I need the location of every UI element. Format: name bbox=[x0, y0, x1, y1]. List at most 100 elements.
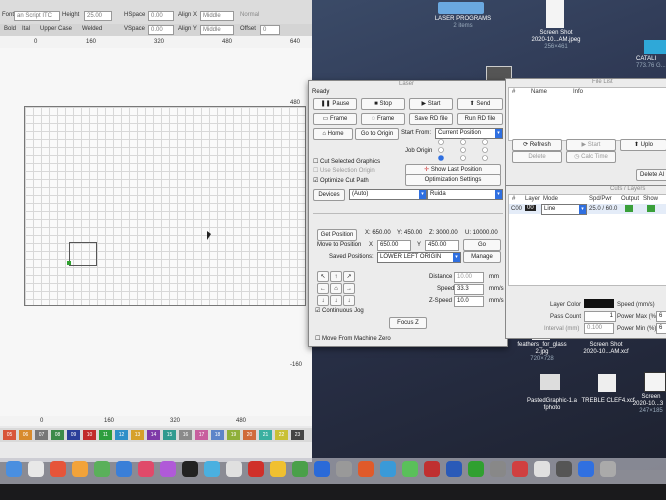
dock-app-icon[interactable] bbox=[292, 461, 308, 477]
refresh-button[interactable]: ⟳ Refresh bbox=[512, 139, 562, 151]
dock-app-icon[interactable] bbox=[182, 461, 198, 477]
calc-time-button[interactable]: ◷ Calc Time bbox=[566, 151, 616, 163]
optimize-cut-checkbox[interactable]: ☑ Optimize Cut Path bbox=[313, 177, 369, 184]
go-to-origin-button[interactable]: Go to Origin bbox=[355, 128, 399, 140]
dock-app-icon[interactable] bbox=[314, 461, 330, 477]
device-name-select[interactable]: Ruida ▾ bbox=[427, 189, 503, 200]
palette-swatch[interactable]: 07 bbox=[35, 430, 48, 440]
hspace-input[interactable]: 0.00 bbox=[148, 11, 174, 21]
zspeed-input[interactable]: 10.0 bbox=[454, 296, 484, 307]
palette-swatch[interactable]: 09 bbox=[67, 430, 80, 440]
show-toggle-icon[interactable] bbox=[647, 205, 655, 212]
saved-positions-select[interactable]: LOWER LEFT ORIGIN ▾ bbox=[377, 252, 461, 263]
focus-z-button[interactable]: Focus Z bbox=[389, 317, 427, 329]
jog-home-icon[interactable]: ⌂ bbox=[330, 283, 342, 294]
palette-swatch[interactable]: 22 bbox=[275, 430, 288, 440]
palette-swatch[interactable]: 20 bbox=[243, 430, 256, 440]
dock-app-icon[interactable] bbox=[600, 461, 616, 477]
use-selection-origin-checkbox[interactable]: ☐ Use Selection Origin bbox=[313, 167, 375, 174]
x-input[interactable]: 650.00 bbox=[377, 240, 411, 251]
folder-icon[interactable] bbox=[438, 2, 484, 14]
start-from-select[interactable]: Current Position ▾ bbox=[435, 128, 503, 139]
dock-app-icon[interactable] bbox=[160, 461, 176, 477]
jog-down-icon[interactable]: ↓ bbox=[330, 295, 342, 306]
dock-app-icon[interactable] bbox=[226, 461, 242, 477]
drive-icon[interactable] bbox=[644, 40, 666, 54]
dock-app-icon[interactable] bbox=[138, 461, 154, 477]
palette-swatch[interactable]: 06 bbox=[19, 430, 32, 440]
palette-swatch[interactable]: 05 bbox=[3, 430, 16, 440]
save-rd-button[interactable]: Save RD file bbox=[409, 113, 453, 125]
dock-app-icon[interactable] bbox=[94, 461, 110, 477]
palette-swatch[interactable]: 19 bbox=[227, 430, 240, 440]
speed-input[interactable]: 33.3 bbox=[454, 284, 484, 295]
palette-swatch[interactable]: 21 bbox=[259, 430, 272, 440]
frame-button[interactable]: ▭ Frame bbox=[313, 113, 357, 125]
dock-app-icon[interactable] bbox=[534, 461, 550, 477]
screenshot-thumbnail-icon[interactable] bbox=[546, 0, 564, 28]
vspace-input[interactable]: 0.00 bbox=[148, 25, 174, 35]
bold-checkbox[interactable]: Bold bbox=[4, 26, 16, 32]
palette-swatch[interactable]: 14 bbox=[147, 430, 160, 440]
start-button[interactable]: ▶ Start bbox=[409, 98, 453, 110]
palette-swatch[interactable]: 12 bbox=[115, 430, 128, 440]
send-button[interactable]: ⬆ Send bbox=[457, 98, 503, 110]
devices-button[interactable]: Devices bbox=[313, 189, 345, 201]
file-start-button[interactable]: ▶ Start bbox=[566, 139, 616, 151]
font-select[interactable]: an Script ITC bbox=[14, 11, 60, 21]
devices-select[interactable]: (Auto) ▾ bbox=[349, 189, 427, 200]
jog-right-icon[interactable]: → bbox=[343, 283, 355, 294]
jog-down-right-icon[interactable]: ↓ bbox=[343, 295, 355, 306]
dock-app-icon[interactable] bbox=[204, 461, 220, 477]
palette-swatch[interactable]: 17 bbox=[195, 430, 208, 440]
move-from-zero-checkbox[interactable]: ☐ Move From Machine Zero bbox=[315, 335, 391, 342]
cut-selected-checkbox[interactable]: ☐ Cut Selected Graphics bbox=[313, 158, 380, 165]
dock-app-icon[interactable] bbox=[116, 461, 132, 477]
palette-swatch[interactable]: 10 bbox=[83, 430, 96, 440]
palette-swatch[interactable]: 15 bbox=[163, 430, 176, 440]
mode-select[interactable]: Line ▾ bbox=[541, 204, 587, 215]
rectangle-shape[interactable] bbox=[69, 242, 97, 266]
dock-app-icon[interactable] bbox=[336, 461, 352, 477]
dock-app-icon[interactable] bbox=[6, 461, 22, 477]
dock-app-icon[interactable] bbox=[446, 461, 462, 477]
dock-app-icon[interactable] bbox=[468, 461, 484, 477]
aligny-select[interactable]: Middle bbox=[200, 25, 234, 35]
jog-up-right-icon[interactable]: ↗ bbox=[343, 271, 355, 282]
output-toggle-icon[interactable] bbox=[625, 205, 633, 212]
palette-swatch[interactable]: 16 bbox=[179, 430, 192, 440]
uppercase-checkbox[interactable]: Upper Case bbox=[40, 26, 72, 32]
get-position-button[interactable]: Get Position bbox=[317, 229, 357, 241]
dock-app-icon[interactable] bbox=[402, 461, 418, 477]
alignx-select[interactable]: Middle bbox=[200, 11, 234, 21]
dock-app-icon[interactable] bbox=[270, 461, 286, 477]
welded-checkbox[interactable]: Welded bbox=[82, 26, 102, 32]
delete-all-button[interactable]: Delete Al bbox=[636, 169, 666, 181]
frame-circle-button[interactable]: ◌ Frame bbox=[361, 113, 405, 125]
manage-button[interactable]: Manage bbox=[463, 251, 501, 263]
dock-app-icon[interactable] bbox=[380, 461, 396, 477]
dock-app-icon[interactable] bbox=[490, 461, 506, 477]
continuous-jog-checkbox[interactable]: ☑ Continuous Jog bbox=[315, 307, 364, 314]
upload-button[interactable]: ⬆ Uplo bbox=[620, 139, 666, 151]
jog-up-icon[interactable]: ↑ bbox=[330, 271, 342, 282]
dock-app-icon[interactable] bbox=[556, 461, 572, 477]
dock-app-icon[interactable] bbox=[424, 461, 440, 477]
photo-file-icon[interactable] bbox=[540, 374, 560, 390]
power-max-input[interactable]: 6 bbox=[656, 311, 666, 322]
dock-app-icon[interactable] bbox=[578, 461, 594, 477]
palette-swatch[interactable]: 08 bbox=[51, 430, 64, 440]
dock-app-icon[interactable] bbox=[72, 461, 88, 477]
dock-app-icon[interactable] bbox=[28, 461, 44, 477]
dock-app-icon[interactable] bbox=[358, 461, 374, 477]
run-rd-button[interactable]: Run RD file bbox=[457, 113, 503, 125]
dock-app-icon[interactable] bbox=[248, 461, 264, 477]
dock-app-icon[interactable] bbox=[50, 461, 66, 477]
cuts-table[interactable]: # Layer Mode Spd/Pwr Output Show C00 00 … bbox=[508, 194, 666, 286]
work-area-grid[interactable] bbox=[24, 106, 306, 306]
dock-app-icon[interactable] bbox=[512, 461, 528, 477]
palette-swatch[interactable]: 11 bbox=[99, 430, 112, 440]
file-list-table[interactable]: # Name Info bbox=[508, 87, 666, 141]
xcf-file-icon[interactable] bbox=[598, 374, 616, 392]
stop-button[interactable]: ■ Stop bbox=[361, 98, 405, 110]
